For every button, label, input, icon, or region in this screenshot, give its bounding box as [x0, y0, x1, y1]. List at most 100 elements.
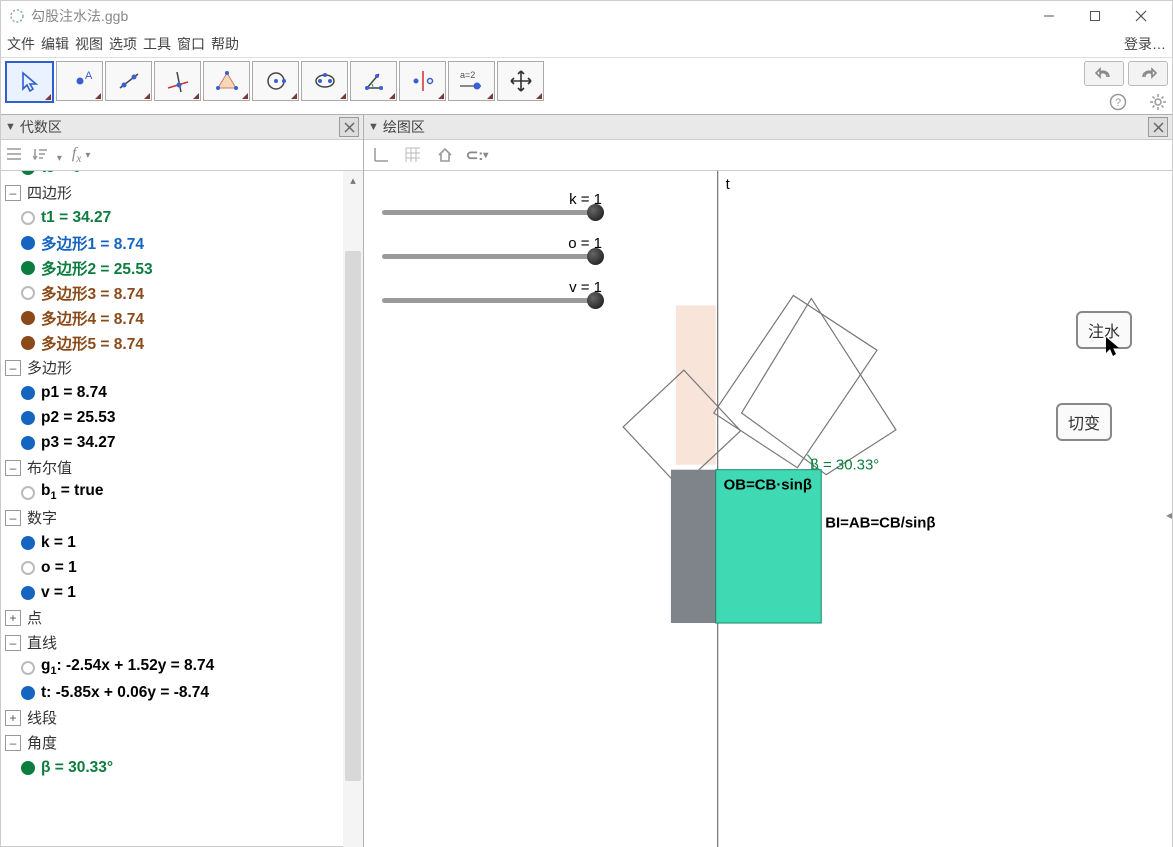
axes-icon[interactable] — [370, 144, 392, 166]
menu-help[interactable]: 帮助 — [211, 34, 239, 54]
algebra-group[interactable]: +点 — [1, 605, 343, 630]
home-icon[interactable] — [434, 144, 456, 166]
scroll-down-icon[interactable]: ▾ — [343, 840, 363, 847]
expand-icon[interactable]: + — [5, 610, 21, 626]
algebra-item[interactable]: g1: -2.54x + 1.52y = 8.74 — [1, 655, 343, 680]
algebra-item[interactable]: β = 30.33° — [1, 755, 343, 780]
visibility-bullet[interactable] — [21, 686, 35, 700]
algebra-group[interactable]: –数字 — [1, 505, 343, 530]
tool-move[interactable] — [5, 61, 54, 103]
tool-perpendicular[interactable] — [154, 61, 201, 101]
menu-view[interactable]: 视图 — [75, 34, 103, 54]
algebra-item[interactable]: 多边形3 = 8.74 — [1, 280, 343, 305]
algebra-scrollbar[interactable]: ▴ ▾ — [343, 171, 363, 847]
expand-icon[interactable]: + — [5, 710, 21, 726]
snap-icon[interactable]: ⊂: ▾ — [466, 144, 488, 166]
expand-icon[interactable]: – — [5, 510, 21, 526]
settings-icon[interactable] — [1148, 92, 1168, 112]
visibility-bullet[interactable] — [21, 561, 35, 575]
side-expand-icon[interactable]: ◂ — [1166, 508, 1172, 522]
undo-button[interactable] — [1084, 61, 1124, 86]
fill-water-button[interactable]: 注水 — [1076, 311, 1132, 349]
algebra-item[interactable]: b1 = true — [1, 480, 343, 505]
algebra-item[interactable]: p3 = 34.27 — [1, 430, 343, 455]
algebra-item[interactable]: 多边形4 = 8.74 — [1, 305, 343, 330]
expand-icon[interactable]: – — [5, 360, 21, 376]
close-button[interactable] — [1118, 1, 1164, 31]
algebra-group[interactable]: –角度 — [1, 730, 343, 755]
minimize-button[interactable] — [1026, 1, 1072, 31]
tool-move-graphics[interactable] — [497, 61, 544, 101]
algebra-item[interactable]: 多边形5 = 8.74 — [1, 330, 343, 355]
visibility-bullet[interactable] — [21, 436, 35, 450]
algebra-group[interactable]: –多边形 — [1, 355, 343, 380]
graphics-panel-header[interactable]: ▼ 绘图区 — [364, 115, 1172, 140]
expand-icon[interactable]: – — [5, 735, 21, 751]
algebra-item[interactable]: o = 1 — [1, 555, 343, 580]
visibility-bullet[interactable] — [21, 761, 35, 775]
visibility-bullet[interactable] — [21, 286, 35, 300]
expand-icon[interactable]: – — [5, 635, 21, 651]
visibility-bullet[interactable] — [21, 536, 35, 550]
menu-options[interactable]: 选项 — [109, 34, 137, 54]
algebra-item-label: 多边形3 = 8.74 — [41, 282, 144, 304]
visibility-bullet[interactable] — [21, 586, 35, 600]
visibility-bullet[interactable] — [21, 386, 35, 400]
menu-tools[interactable]: 工具 — [143, 34, 171, 54]
formula-ob: OB=CB·sinβ — [724, 477, 812, 494]
algebra-item[interactable]: p2 = 25.53 — [1, 405, 343, 430]
scroll-thumb[interactable] — [345, 251, 361, 781]
algebra-item[interactable]: v = 1 — [1, 580, 343, 605]
algebra-item[interactable]: t: -5.85x + 0.06y = -8.74 — [1, 680, 343, 705]
algebra-close-button[interactable] — [339, 117, 359, 137]
visibility-bullet[interactable] — [21, 411, 35, 425]
algebra-item[interactable]: k = 1 — [1, 530, 343, 555]
grid-icon[interactable] — [402, 144, 424, 166]
tool-polygon[interactable] — [203, 61, 250, 101]
tool-slider[interactable]: a=2 — [448, 61, 495, 101]
tool-angle[interactable] — [350, 61, 397, 101]
menubar: 文件 编辑 视图 选项 工具 窗口 帮助 登录… — [1, 31, 1172, 57]
svg-text:A: A — [85, 70, 93, 82]
tool-circle[interactable] — [252, 61, 299, 101]
algebra-item[interactable]: 多边形2 = 25.53 — [1, 255, 343, 280]
algebra-group[interactable]: +线段 — [1, 705, 343, 730]
visibility-bullet[interactable] — [21, 261, 35, 275]
scroll-up-icon[interactable]: ▴ — [343, 171, 363, 189]
algebra-item[interactable]: 多边形1 = 8.74 — [1, 230, 343, 255]
tool-reflect[interactable] — [399, 61, 446, 101]
graphics-panel: ▼ 绘图区 ⊂: ▾ k = 1o = 1v = 1 t — [364, 115, 1172, 847]
graphics-close-button[interactable] — [1148, 117, 1168, 137]
algebra-group[interactable]: –布尔值 — [1, 455, 343, 480]
visibility-bullet[interactable] — [21, 211, 35, 225]
tool-point[interactable]: A — [56, 61, 103, 101]
svg-text:a=2: a=2 — [460, 70, 475, 80]
visibility-bullet[interactable] — [21, 311, 35, 325]
visibility-bullet[interactable] — [21, 661, 35, 675]
login-link[interactable]: 登录… — [1124, 34, 1166, 54]
tool-line[interactable] — [105, 61, 152, 101]
maximize-button[interactable] — [1072, 1, 1118, 31]
expand-icon[interactable]: – — [5, 185, 21, 201]
list-icon[interactable] — [7, 147, 23, 164]
algebra-item[interactable]: t1 = 34.27 — [1, 205, 343, 230]
visibility-bullet[interactable] — [21, 336, 35, 350]
graphics-view[interactable]: k = 1o = 1v = 1 t β = 30.33° — [364, 171, 1172, 847]
algebra-panel-header[interactable]: ▼ 代数区 — [1, 115, 363, 140]
sort-icon[interactable]: ▾ — [33, 147, 62, 164]
visibility-bullet[interactable] — [21, 486, 35, 500]
algebra-item[interactable]: p1 = 8.74 — [1, 380, 343, 405]
help-icon[interactable]: ? — [1108, 92, 1128, 112]
tool-ellipse[interactable] — [301, 61, 348, 101]
shear-button[interactable]: 切变 — [1056, 403, 1112, 441]
fx-icon[interactable]: fx ▾ — [72, 145, 90, 165]
algebra-group[interactable]: –四边形 — [1, 180, 343, 205]
menu-file[interactable]: 文件 — [7, 34, 35, 54]
expand-icon[interactable]: – — [5, 460, 21, 476]
algebra-group[interactable]: –直线 — [1, 630, 343, 655]
visibility-bullet[interactable] — [21, 236, 35, 250]
redo-button[interactable] — [1128, 61, 1168, 86]
menu-window[interactable]: 窗口 — [177, 34, 205, 54]
menu-edit[interactable]: 编辑 — [41, 34, 69, 54]
svg-text:?: ? — [1115, 97, 1121, 109]
